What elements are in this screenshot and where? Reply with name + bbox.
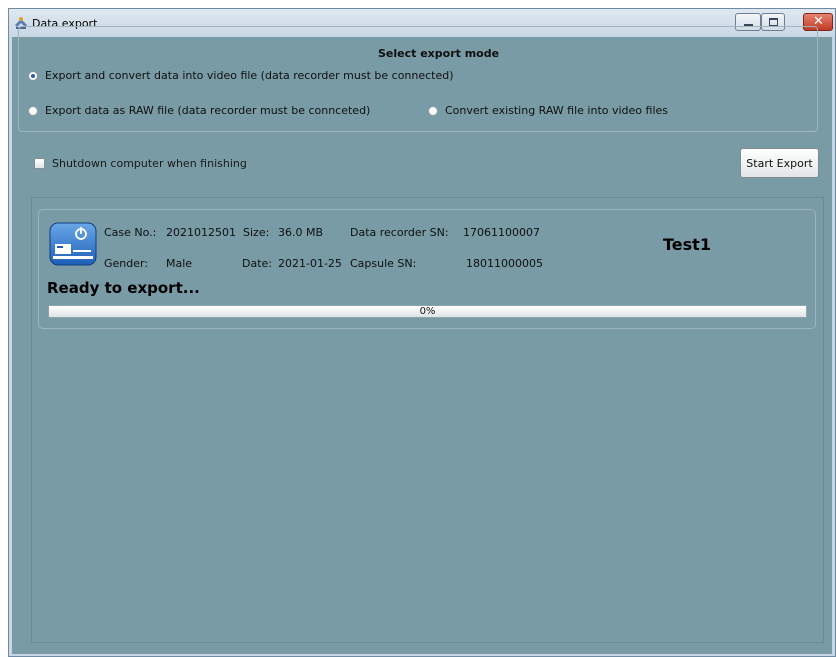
start-export-button[interactable]: Start Export bbox=[740, 148, 819, 178]
capsule-sn-label: Capsule SN: bbox=[350, 257, 417, 270]
size-label: Size: bbox=[243, 226, 270, 239]
shutdown-checkbox-row[interactable]: Shutdown computer when finishing bbox=[34, 157, 247, 170]
shutdown-label: Shutdown computer when finishing bbox=[52, 157, 247, 170]
radio-indicator[interactable] bbox=[428, 105, 438, 116]
gender-value: Male bbox=[166, 257, 193, 270]
date-value: 2021-01-25 bbox=[278, 257, 342, 270]
maximize-icon bbox=[769, 18, 778, 26]
radio-export-convert-video[interactable]: Export and convert data into video file … bbox=[28, 69, 454, 82]
gender-label: Gender: bbox=[104, 257, 149, 270]
radio-label: Export and convert data into video file … bbox=[45, 69, 454, 82]
progress-text: 0% bbox=[419, 306, 436, 317]
record-name: Test1 bbox=[663, 235, 711, 254]
export-progress-bar: 0% bbox=[48, 305, 807, 318]
export-status: Ready to export... bbox=[47, 279, 200, 297]
radio-convert-raw[interactable]: Convert existing RAW file into video fil… bbox=[428, 104, 668, 117]
capsule-sn-value: 18011000005 bbox=[466, 257, 543, 270]
case-number-value: 2021012501 bbox=[166, 226, 236, 239]
device-export-icon bbox=[49, 222, 97, 266]
case-number-label: Case No.: bbox=[104, 226, 157, 239]
size-value: 36.0 MB bbox=[278, 226, 324, 239]
radio-export-raw[interactable]: Export data as RAW file (data recorder m… bbox=[28, 104, 370, 117]
recorder-sn-label: Data recorder SN: bbox=[350, 226, 449, 239]
radio-indicator[interactable] bbox=[28, 105, 38, 116]
recorder-sn-value: 17061100007 bbox=[463, 226, 540, 239]
radio-label: Convert existing RAW file into video fil… bbox=[445, 104, 669, 117]
radio-indicator[interactable] bbox=[28, 70, 38, 81]
export-mode-legend: Select export mode bbox=[374, 47, 504, 60]
date-label: Date: bbox=[242, 257, 272, 270]
shutdown-checkbox[interactable] bbox=[34, 158, 45, 169]
radio-label: Export data as RAW file (data recorder m… bbox=[45, 104, 371, 117]
